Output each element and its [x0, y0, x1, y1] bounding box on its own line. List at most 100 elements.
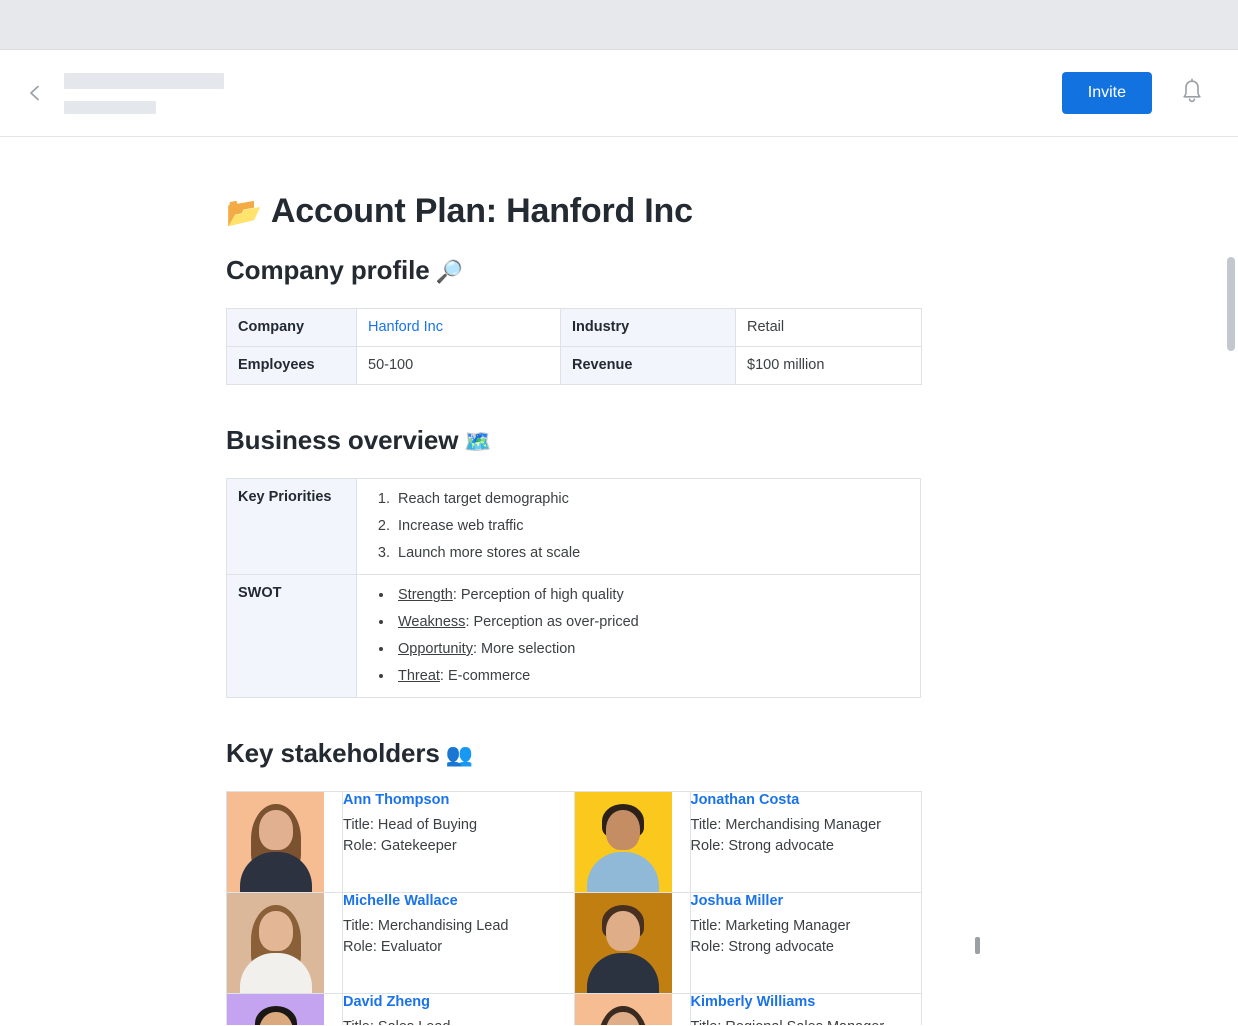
cell-revenue-label: Revenue [560, 346, 736, 386]
list-item: Reach target demographic [394, 489, 909, 511]
key-stakeholders-table: Ann Thompson Title: Head of Buying Role:… [226, 791, 922, 1025]
stakeholder-photo-cell [573, 791, 691, 894]
page-title: 📂 Account Plan: Hanford Inc [226, 192, 986, 231]
section-title-key-stakeholders: Key stakeholders 👥 [226, 738, 986, 769]
table-row: David Zheng Title: Sales Lead [226, 993, 922, 1025]
bell-icon [1179, 78, 1205, 109]
section-company-profile: Company profile 🔎 Company Hanford Inc Ind… [226, 255, 986, 386]
section-title-text: Company profile [226, 255, 430, 285]
section-title-business-overview: Business overview 🗺️ [226, 425, 986, 456]
stakeholder-name-link[interactable]: Michelle Wallace [343, 893, 574, 909]
stakeholder-photo-cell [226, 892, 343, 995]
notifications-button[interactable] [1172, 73, 1212, 113]
stakeholder-title: Title: Merchandising Manager [690, 817, 881, 834]
avatar [227, 893, 324, 994]
company-profile-table: Company Hanford Inc Industry Retail Empl… [226, 307, 922, 386]
breadcrumb [64, 72, 1062, 114]
back-button[interactable] [18, 76, 52, 110]
app-header: Invite [0, 50, 1238, 137]
stakeholder-name-link[interactable]: Joshua Miller [691, 893, 922, 909]
stakeholder-photo-cell [573, 993, 691, 1025]
stakeholder-info-cell: Michelle Wallace Title: Merchandising Le… [342, 892, 575, 995]
cell-swot-label: SWOT [226, 574, 357, 699]
swot-text: : More selection [472, 640, 576, 657]
table-row: Michelle Wallace Title: Merchandising Le… [226, 892, 922, 995]
table-row: SWOT Strength: Perception of high qualit… [226, 574, 921, 699]
document-canvas: 📂 Account Plan: Hanford Inc Company profi… [0, 137, 1238, 1025]
stakeholder-photo-cell [226, 993, 343, 1025]
section-key-stakeholders: Key stakeholders 👥 Ann Thompson Title: H… [226, 738, 986, 1025]
list-item: Opportunity: More selection [394, 639, 909, 661]
company-link[interactable]: Hanford Inc [368, 319, 443, 335]
stakeholder-role: Role: Strong advocate [690, 938, 834, 955]
stakeholder-title: Title: Regional Sales Manager [691, 1017, 922, 1025]
cell-employees-value: 50-100 [356, 346, 561, 386]
stakeholder-title: Title: Head of Buying [343, 817, 478, 834]
table-row: Key Priorities Reach target demographic … [226, 478, 921, 576]
stakeholder-role: Role: Strong advocate [690, 837, 834, 854]
scrollbar-thumb[interactable] [1227, 257, 1235, 351]
avatar [227, 994, 324, 1025]
swot-text: : Perception as over-priced [465, 614, 639, 631]
stakeholder-info-cell: Kimberly Williams Title: Regional Sales … [689, 993, 922, 1025]
cell-industry-label: Industry [560, 307, 736, 348]
avatar-body [587, 852, 659, 893]
cell-company-label: Company [226, 307, 357, 348]
stakeholder-photo-cell [573, 892, 691, 995]
swot-key: Weakness [398, 614, 466, 631]
cell-employees-label: Employees [226, 346, 357, 386]
swot-list: Strength: Perception of high quality Wea… [368, 585, 909, 687]
cell-key-priorities-label: Key Priorities [226, 478, 357, 576]
section-title-text: Business overview [226, 425, 459, 456]
key-priorities-list: Reach target demographic Increase web tr… [368, 489, 909, 564]
avatar [574, 792, 672, 893]
stakeholder-info-cell: David Zheng Title: Sales Lead [342, 993, 575, 1025]
stakeholder-role: Role: Gatekeeper [343, 837, 457, 854]
list-item: Strength: Perception of high quality [394, 585, 909, 607]
avatar [574, 893, 672, 994]
list-item: Launch more stores at scale [394, 543, 909, 565]
stakeholder-name-link[interactable]: Jonathan Costa [691, 792, 922, 808]
column-resize-handle[interactable] [975, 937, 980, 954]
list-item: Increase web traffic [394, 516, 909, 538]
stakeholder-role: Role: Evaluator [343, 938, 443, 955]
avatar-head [606, 911, 640, 952]
redacted-subtitle-bar [64, 100, 156, 114]
invite-button[interactable]: Invite [1061, 72, 1152, 114]
stakeholder-photo-cell [226, 791, 343, 894]
stakeholder-name-link[interactable]: David Zheng [343, 994, 574, 1010]
cell-revenue-value: $100 million [735, 346, 922, 386]
swot-text: : Perception of high quality [452, 587, 624, 604]
table-row: Company Hanford Inc Industry Retail [226, 307, 922, 348]
cell-company-value: Hanford Inc [356, 307, 561, 348]
magnifying-glass-icon: 🔎 [435, 259, 463, 284]
open-folder-icon: 📂 [226, 197, 262, 229]
table-row: Employees 50-100 Revenue $100 million [226, 346, 922, 386]
header-actions: Invite [1061, 72, 1212, 114]
cell-swot-value: Strength: Perception of high quality Wea… [356, 574, 921, 699]
stakeholder-title: Title: Merchandising Lead [343, 918, 509, 935]
avatar-body [587, 953, 659, 994]
stakeholder-info-cell: Joshua Miller Title: Marketing Manager R… [689, 892, 922, 995]
vertical-scrollbar[interactable] [1224, 137, 1238, 1025]
list-item: Weakness: Perception as over-priced [394, 612, 909, 634]
document-scroll-area[interactable]: 📂 Account Plan: Hanford Inc Company profi… [0, 137, 1238, 1025]
redacted-title-bar [64, 72, 224, 89]
stakeholder-info-cell: Jonathan Costa Title: Merchandising Mana… [689, 791, 922, 894]
swot-key: Opportunity [398, 640, 473, 657]
section-title-company-profile: Company profile 🔎 [226, 255, 986, 286]
stakeholder-title: Title: Marketing Manager [690, 918, 851, 935]
stakeholder-name-link[interactable]: Kimberly Williams [691, 994, 922, 1010]
stakeholder-info-cell: Ann Thompson Title: Head of Buying Role:… [342, 791, 575, 894]
list-item: Threat: E-commerce [394, 666, 909, 688]
avatar-head [606, 810, 640, 851]
section-business-overview: Business overview🗺️ Key Priorities Reach… [226, 425, 986, 699]
business-overview-table: Key Priorities Reach target demographic … [226, 478, 921, 699]
chevron-left-icon [25, 83, 45, 103]
swot-key: Strength [398, 587, 453, 604]
swot-text: : E-commerce [439, 667, 531, 684]
stakeholder-title: Title: Sales Lead [343, 1017, 574, 1025]
stakeholder-name-link[interactable]: Ann Thompson [343, 792, 574, 808]
world-map-icon: 🗺️ [464, 429, 492, 455]
avatar-head [258, 810, 293, 851]
